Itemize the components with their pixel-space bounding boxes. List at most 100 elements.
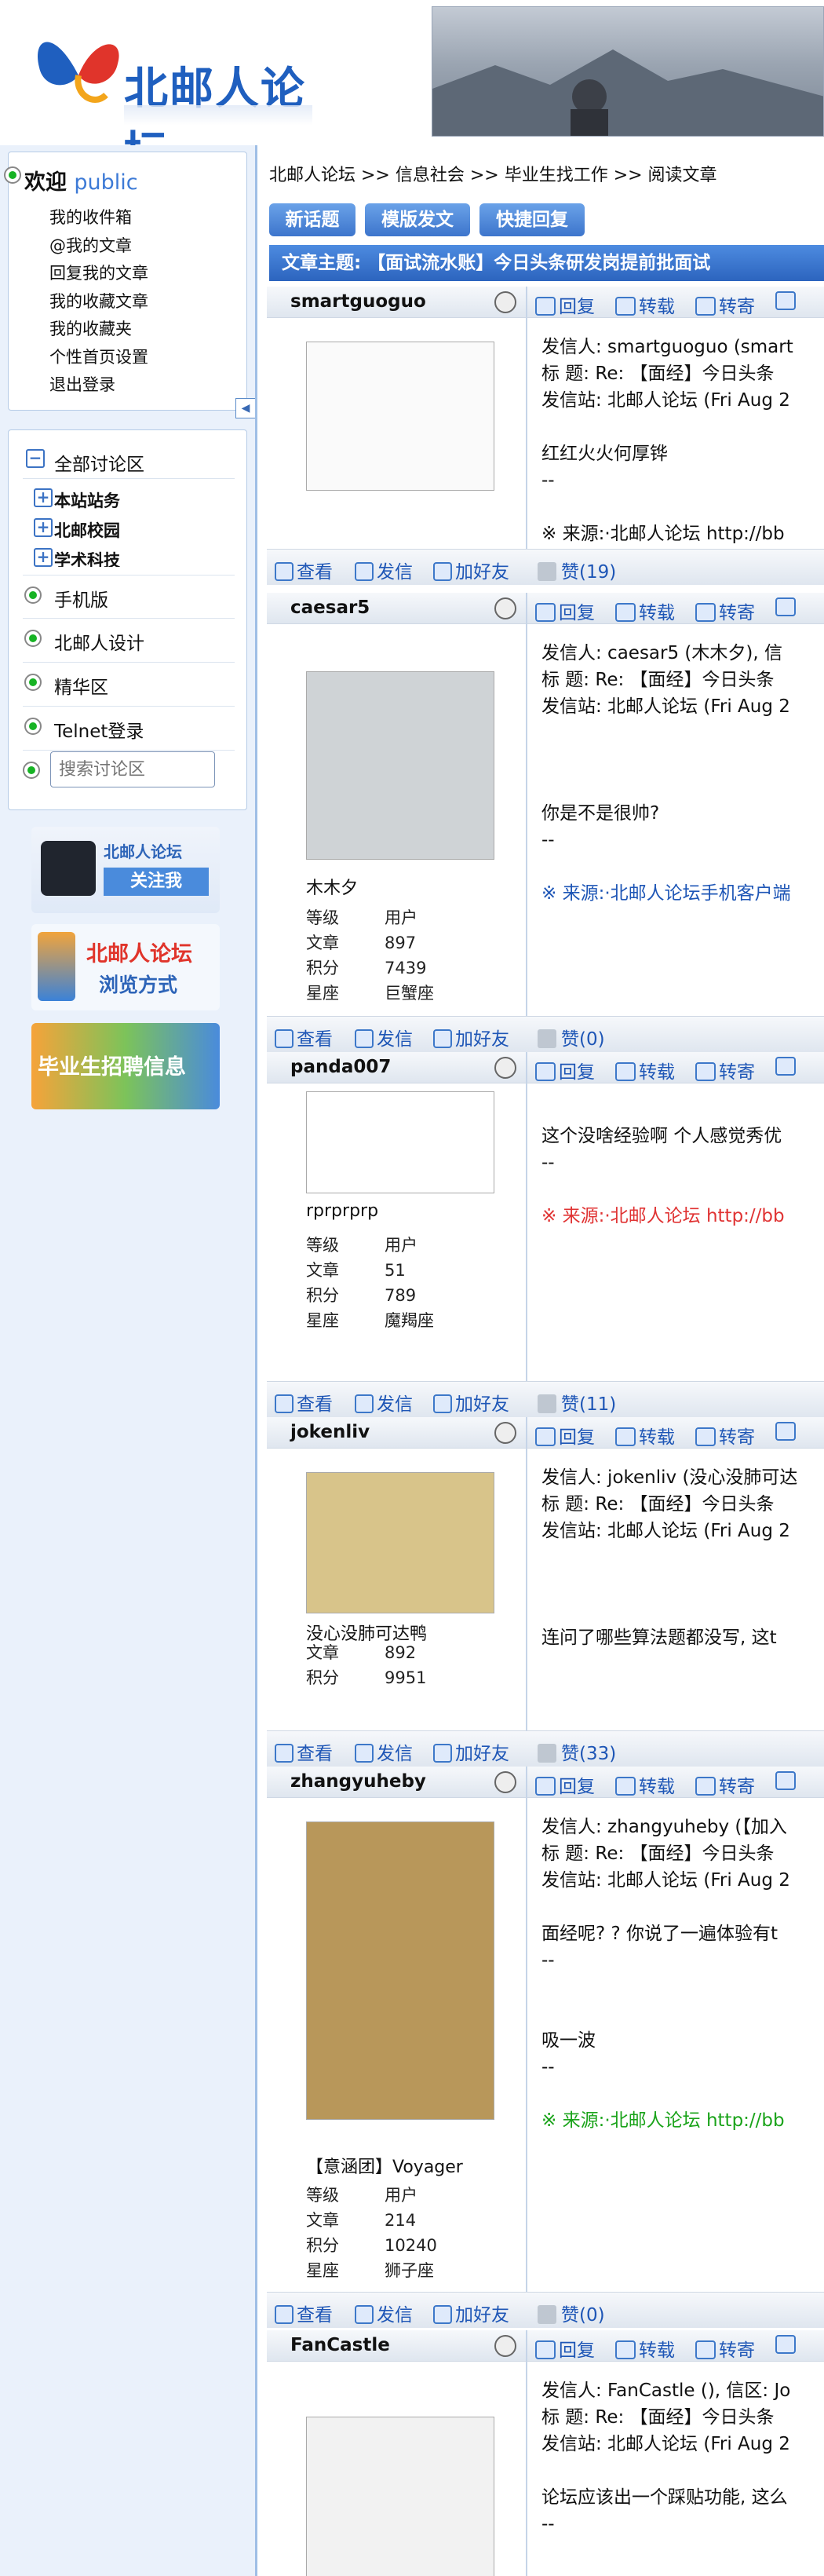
send-button[interactable]: 转寄 <box>695 597 755 623</box>
expand-icon[interactable]: + <box>34 548 53 567</box>
link-inbox[interactable]: 我的收件箱 <box>49 204 148 232</box>
view-profile-button[interactable]: 查看 <box>275 1389 333 1416</box>
reply-button[interactable]: 回复 <box>535 1422 595 1448</box>
menu-design[interactable]: 北邮人设计 <box>23 619 235 663</box>
reply-button[interactable]: 回复 <box>535 1057 595 1083</box>
link-mentions[interactable]: @我的文章 <box>49 232 148 261</box>
follow-button[interactable]: 关注我 <box>104 868 209 896</box>
expand-icon[interactable]: + <box>34 488 53 507</box>
send-mail-button[interactable]: 发信 <box>355 2300 413 2326</box>
like-button[interactable]: 赞(11) <box>538 1389 616 1416</box>
jobs-badge[interactable]: 毕业生招聘信息 <box>31 1023 220 1109</box>
forward-button[interactable]: 转载 <box>615 1771 675 1797</box>
stat-key: 文章 <box>306 1643 339 1662</box>
send-button[interactable]: 转寄 <box>695 1771 755 1797</box>
mail-icon <box>355 1029 374 1048</box>
send-mail-button[interactable]: 发信 <box>355 1738 413 1765</box>
content-line: 发信站: 北邮人论坛 (Fri Aug 2 <box>541 390 790 411</box>
like-button[interactable]: 赞(33) <box>538 1738 616 1765</box>
add-friend-button[interactable]: 加好友 <box>433 2300 509 2326</box>
search-icon[interactable] <box>775 2335 799 2355</box>
sub-academic[interactable]: 学术科技 <box>54 548 120 567</box>
browse-badge[interactable]: 北邮人论坛 浏览方式 <box>31 924 220 1010</box>
expand-icon[interactable]: + <box>34 518 53 537</box>
forward-button[interactable]: 转载 <box>615 1422 675 1448</box>
menu-digest-label[interactable]: 精华区 <box>54 672 108 699</box>
forum-search-input[interactable] <box>50 751 215 787</box>
post-username[interactable]: panda007 <box>290 1057 391 1077</box>
reply-button[interactable]: 回复 <box>535 1771 595 1797</box>
forward-button[interactable]: 转载 <box>615 597 675 623</box>
avatar[interactable] <box>306 342 494 491</box>
avatar[interactable] <box>306 1472 494 1613</box>
search-icon[interactable] <box>775 1422 799 1442</box>
post-username[interactable]: caesar5 <box>290 597 370 618</box>
follow-badge[interactable]: 北邮人论坛 关注我 <box>31 827 220 913</box>
send-button[interactable]: 转寄 <box>695 2335 755 2361</box>
menu-mobile-label[interactable]: 手机版 <box>54 585 108 612</box>
avatar[interactable] <box>306 1091 494 1193</box>
view-profile-button[interactable]: 查看 <box>275 1738 333 1765</box>
send-button[interactable]: 转寄 <box>695 1422 755 1448</box>
content-line <box>541 1598 797 1624</box>
link-logout[interactable]: 退出登录 <box>49 371 148 400</box>
link-favorites[interactable]: 我的收藏夹 <box>49 316 148 344</box>
add-friend-button[interactable]: 加好友 <box>433 1389 509 1416</box>
add-friend-button[interactable]: 加好友 <box>433 557 509 583</box>
link-homepage-settings[interactable]: 个性首页设置 <box>49 344 148 372</box>
collapse-sidebar-button[interactable]: ◀ <box>235 398 256 418</box>
forum-all-row[interactable]: − 全部讨论区 <box>23 441 235 479</box>
post-username[interactable]: jokenliv <box>290 1422 370 1442</box>
like-button[interactable]: 赞(19) <box>538 557 616 583</box>
post-username[interactable]: smartguoguo <box>290 291 426 312</box>
butterfly-logo-icon <box>38 42 119 103</box>
send-button[interactable]: 转寄 <box>695 291 755 317</box>
collapse-icon[interactable]: − <box>26 449 45 468</box>
reply-button[interactable]: 回复 <box>535 291 595 317</box>
welcome-user[interactable]: public <box>74 170 137 195</box>
post-display-name: 木木夕 <box>306 879 359 898</box>
like-button[interactable]: 赞(0) <box>538 2300 605 2326</box>
link-replies[interactable]: 回复我的文章 <box>49 260 148 288</box>
link-fav-articles[interactable]: 我的收藏文章 <box>49 288 148 316</box>
sub-zhanwu[interactable]: 本站站务 <box>54 488 120 512</box>
sub-campus[interactable]: 北邮校园 <box>54 518 120 542</box>
menu-design-label[interactable]: 北邮人设计 <box>54 628 144 655</box>
search-icon[interactable] <box>775 597 799 618</box>
menu-telnet[interactable]: Telnet登录 <box>23 707 235 751</box>
view-profile-button[interactable]: 查看 <box>275 557 333 583</box>
search-icon[interactable] <box>775 291 799 312</box>
send-mail-button[interactable]: 发信 <box>355 557 413 583</box>
forum-all-label[interactable]: 全部讨论区 <box>54 449 144 476</box>
view-profile-button[interactable]: 查看 <box>275 1024 333 1050</box>
stat-key: 积分 <box>306 2236 339 2255</box>
menu-mobile[interactable]: 手机版 <box>23 575 235 619</box>
post-username[interactable]: FanCastle <box>290 2335 390 2355</box>
reply-button[interactable]: 回复 <box>535 597 595 623</box>
avatar[interactable] <box>306 2417 494 2576</box>
forward-button[interactable]: 转载 <box>615 291 675 317</box>
search-dot-icon <box>23 762 40 779</box>
reply-button[interactable]: 回复 <box>535 2335 595 2361</box>
search-icon[interactable] <box>775 1771 799 1792</box>
search-icon[interactable] <box>775 1057 799 1077</box>
menu-telnet-label[interactable]: Telnet登录 <box>54 716 144 743</box>
post-username[interactable]: zhangyuheby <box>290 1771 426 1792</box>
view-profile-button[interactable]: 查看 <box>275 2300 333 2326</box>
forward-button[interactable]: 转载 <box>615 2335 675 2361</box>
avatar[interactable] <box>306 1821 494 2120</box>
stat-row: 积分 9951 <box>306 1665 426 1690</box>
stat-row: 文章 214 <box>306 2208 437 2233</box>
add-friend-button[interactable]: 加好友 <box>433 1024 509 1050</box>
send-mail-button[interactable]: 发信 <box>355 1389 413 1416</box>
avatar[interactable] <box>306 671 494 860</box>
content-line: 标 题: Re: 【面经】今日头条 <box>541 1843 775 1864</box>
send-button[interactable]: 转寄 <box>695 1057 755 1083</box>
add-friend-button[interactable]: 加好友 <box>433 1738 509 1765</box>
menu-digest[interactable]: 精华区 <box>23 663 235 707</box>
forward-button[interactable]: 转载 <box>615 1057 675 1083</box>
content-line: -- <box>541 2057 555 2077</box>
stat-value: 10240 <box>385 2236 437 2255</box>
like-button[interactable]: 赞(0) <box>538 1024 605 1050</box>
send-mail-button[interactable]: 发信 <box>355 1024 413 1050</box>
